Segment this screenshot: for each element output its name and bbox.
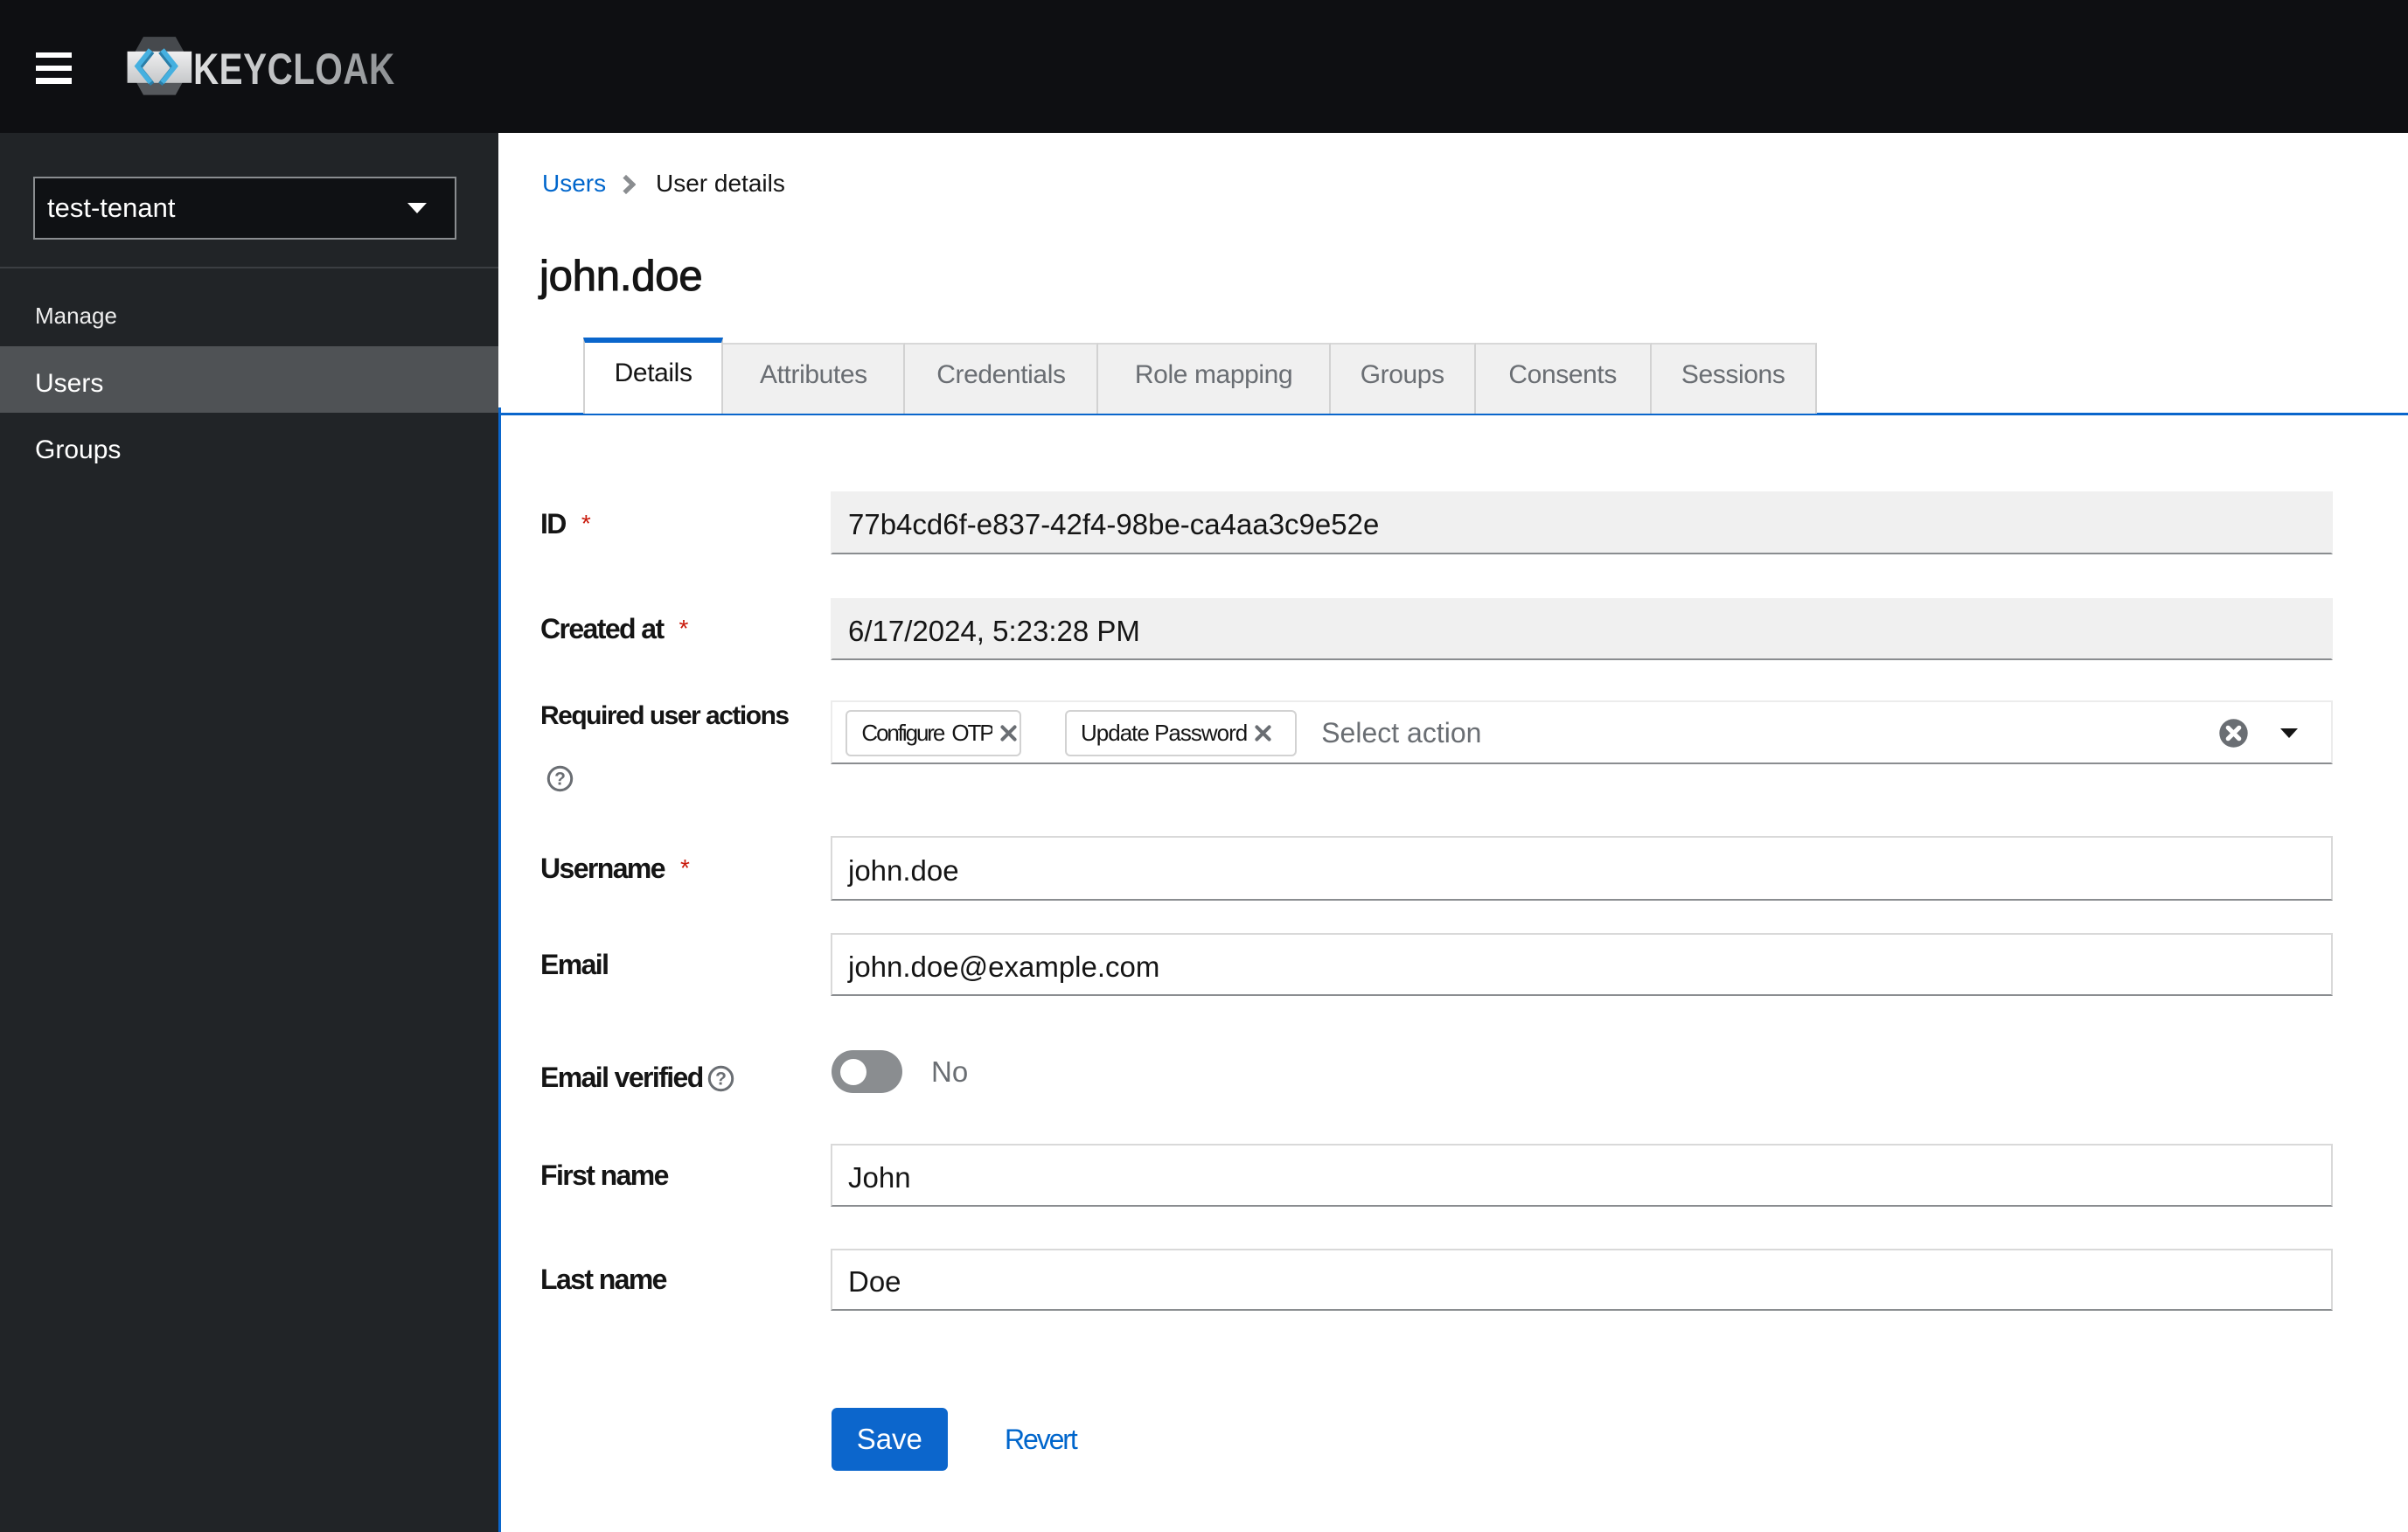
svg-text:?: ? — [554, 769, 566, 789]
svg-text:?: ? — [715, 1069, 727, 1089]
